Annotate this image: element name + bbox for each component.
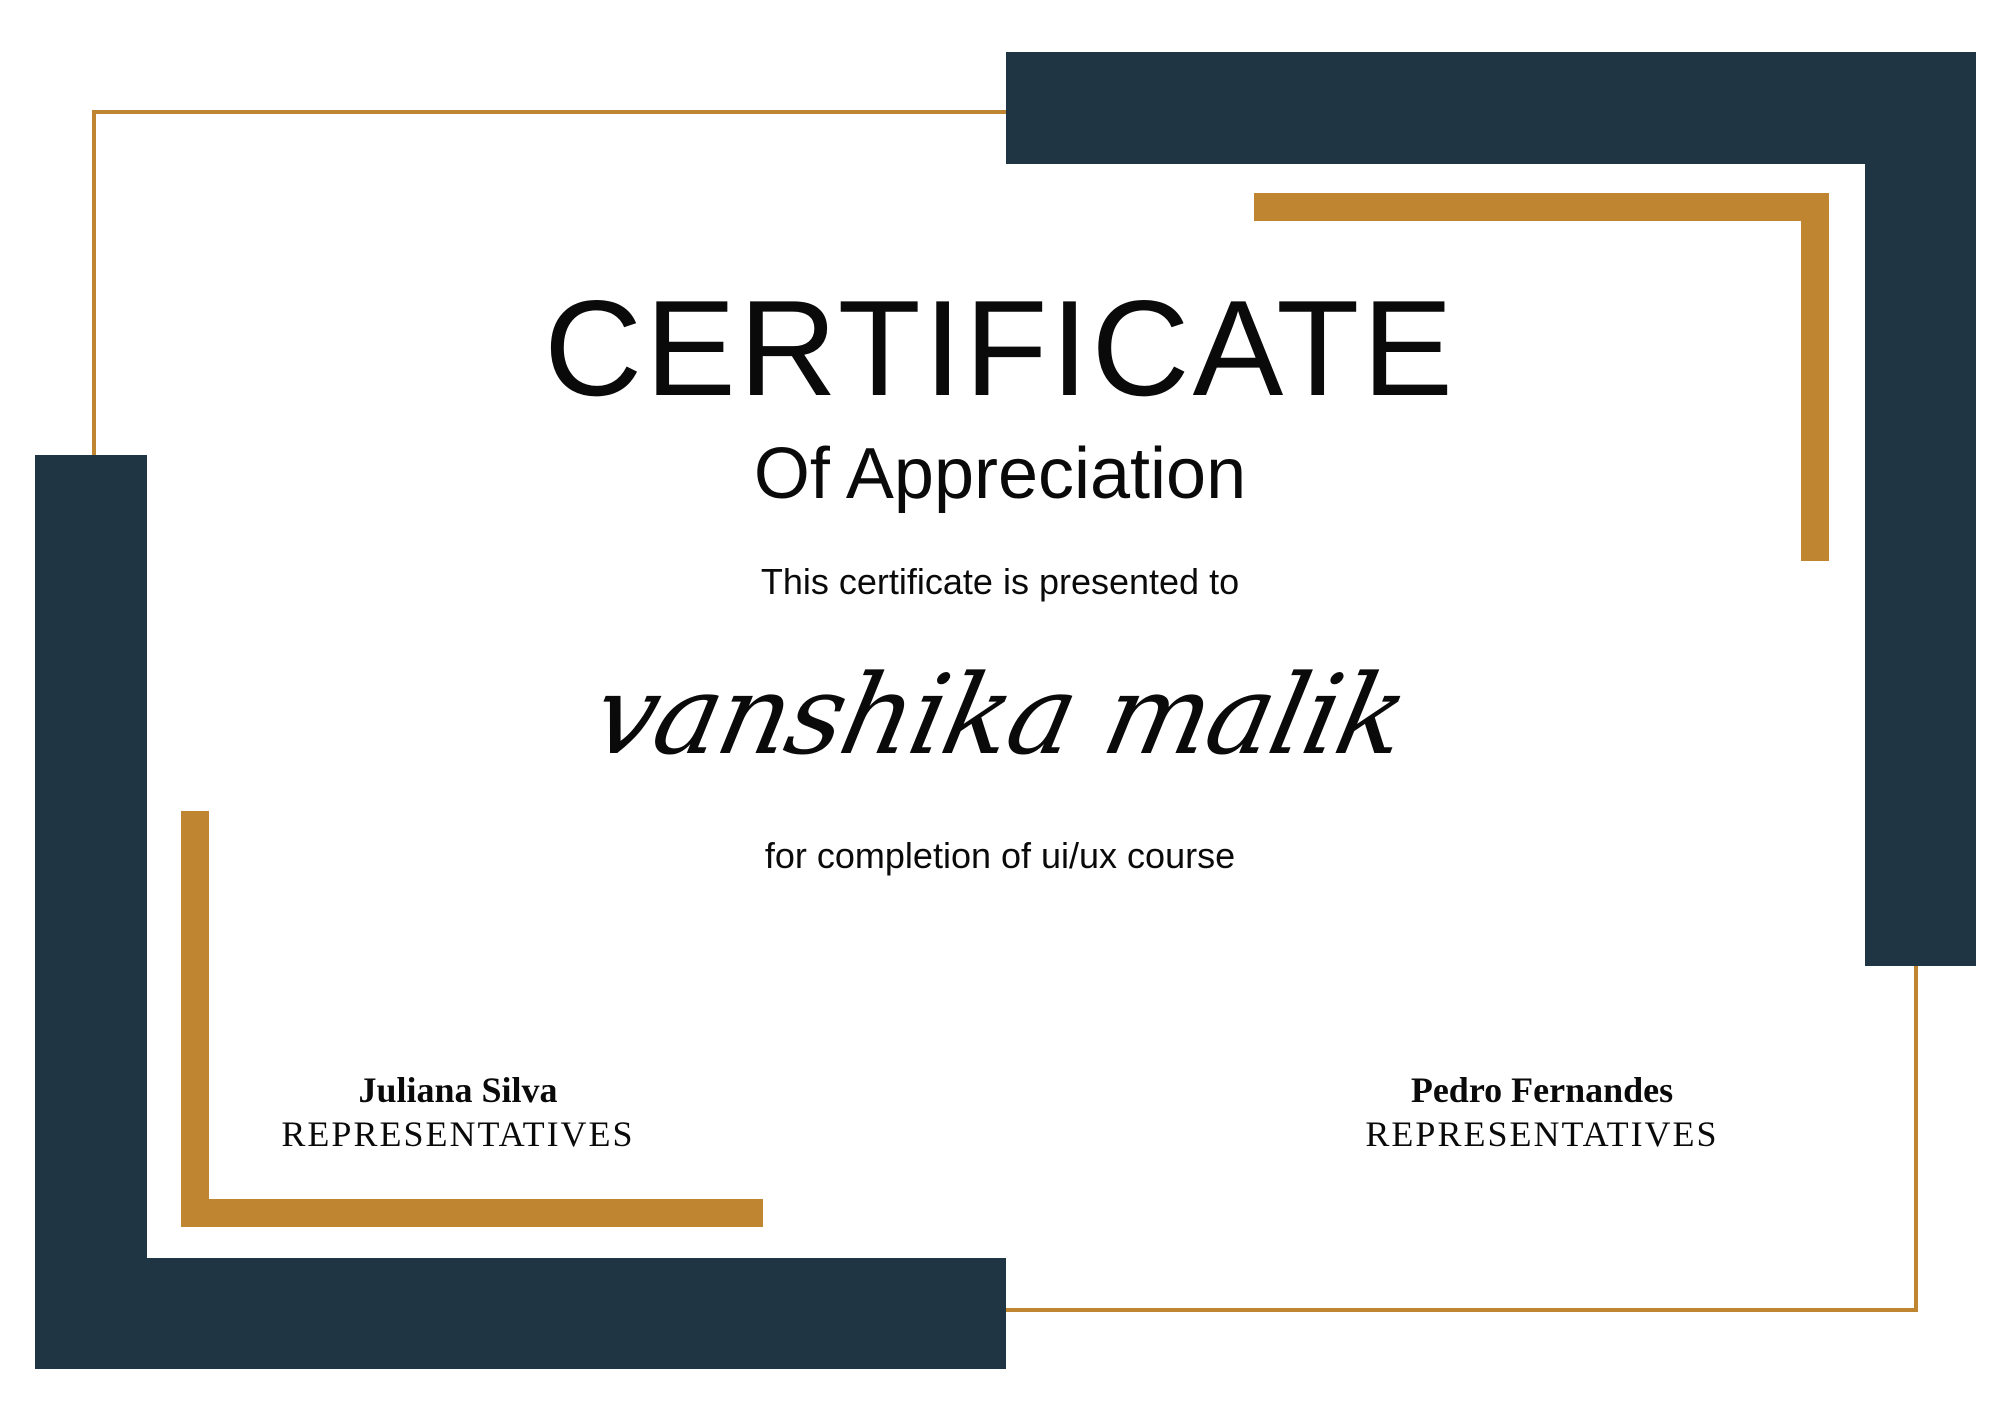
presented-to-text: This certificate is presented to	[760, 561, 1240, 602]
gold-corner-bottom-left-horizontal	[181, 1199, 763, 1227]
completion-reason: for completion of ui/ux course	[764, 835, 1236, 876]
signature-block-left: Juliana Silva REPRESENTATIVES	[208, 1068, 708, 1156]
certificate-title: CERTIFICATE	[543, 272, 1457, 424]
signer-role: REPRESENTATIVES	[281, 1114, 635, 1154]
navy-corner-bottom-left-horizontal	[35, 1258, 1006, 1369]
signer-role: REPRESENTATIVES	[1365, 1114, 1719, 1154]
gold-corner-top-right-horizontal	[1254, 193, 1829, 221]
signer-name: Pedro Fernandes	[1410, 1070, 1674, 1110]
signer-name: Juliana Silva	[358, 1070, 558, 1110]
certificate-subtitle: Of Appreciation	[753, 434, 1247, 514]
recipient-name: vanshika malik	[582, 651, 1418, 779]
navy-corner-top-right-horizontal	[1006, 52, 1976, 164]
signature-block-right: Pedro Fernandes REPRESENTATIVES	[1292, 1068, 1792, 1156]
certificate: CERTIFICATE Of Appreciation This certifi…	[0, 0, 2000, 1414]
